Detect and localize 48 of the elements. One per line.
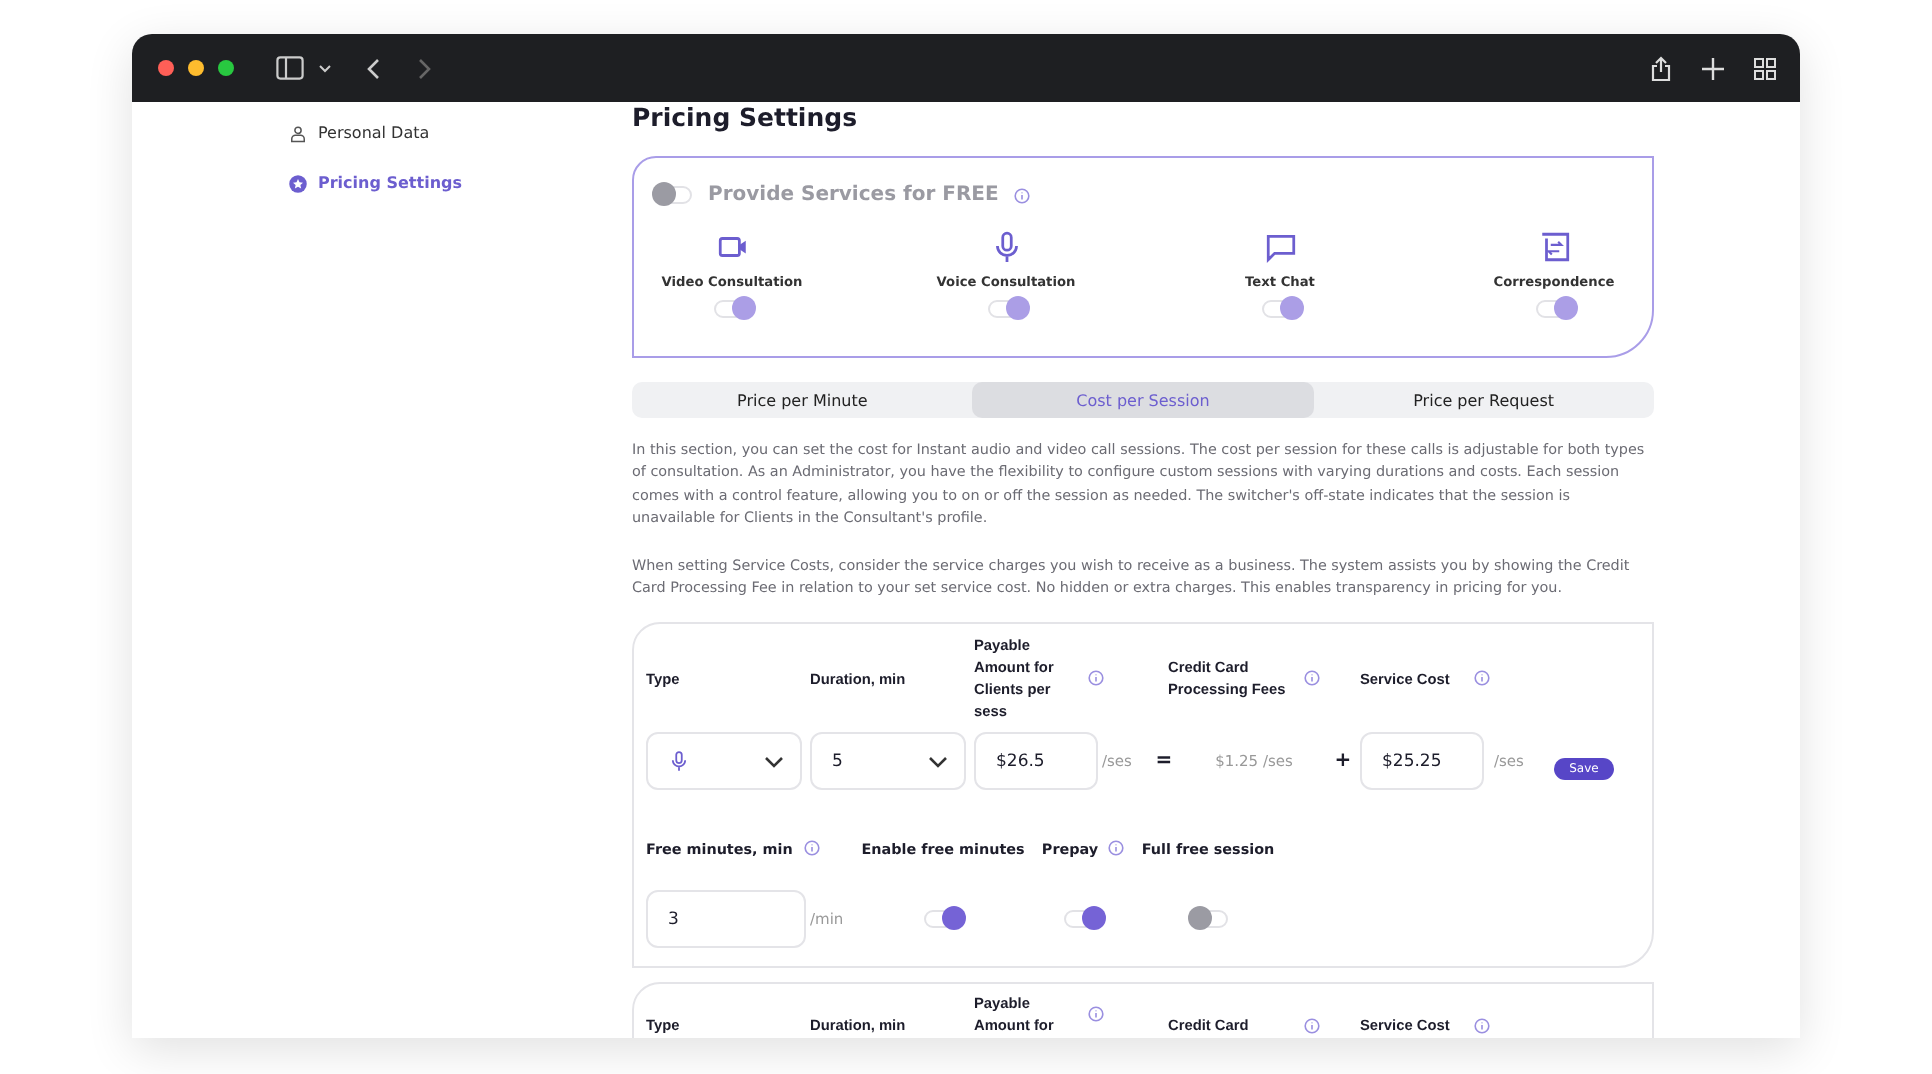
- info-icon[interactable]: [1088, 670, 1104, 687]
- duration-select[interactable]: 5: [810, 732, 966, 791]
- toggle-switch[interactable]: [1064, 910, 1102, 929]
- chevron-down-icon: [764, 755, 784, 768]
- info-icon[interactable]: [1474, 1017, 1490, 1034]
- info-icon[interactable]: [1108, 840, 1125, 857]
- toggle-switch[interactable]: [1189, 910, 1227, 929]
- share-icon[interactable]: [1650, 55, 1672, 81]
- info-icon[interactable]: [1474, 670, 1490, 687]
- toggle-switch[interactable]: [987, 300, 1025, 318]
- sidebar-toggle-icon[interactable]: [276, 56, 304, 80]
- tab-grid-icon[interactable]: [1754, 57, 1776, 79]
- chevron-down-icon[interactable]: [318, 63, 332, 73]
- tab[interactable]: Cost per Session: [972, 382, 1314, 418]
- type-select[interactable]: [646, 732, 802, 791]
- info-icon[interactable]: [1304, 670, 1320, 687]
- plus-sign: +: [1332, 750, 1354, 773]
- maximize-window-button[interactable]: [218, 60, 234, 76]
- equals-sign: =: [1153, 750, 1175, 773]
- service-cost-field[interactable]: $25.25: [1360, 732, 1484, 791]
- info-icon[interactable]: [1304, 1017, 1320, 1034]
- tab[interactable]: Price per Minute: [632, 382, 973, 418]
- chat-bubble-icon: [1263, 230, 1297, 264]
- info-icon[interactable]: [1014, 187, 1031, 203]
- sidebar-item[interactable]: Personal Data: [288, 108, 632, 158]
- plus-icon[interactable]: [1702, 57, 1724, 79]
- forward-icon[interactable]: [418, 57, 432, 79]
- payable-amount-field[interactable]: $26.5: [974, 732, 1098, 791]
- microphone-icon: [668, 750, 690, 773]
- info-icon[interactable]: [1088, 1006, 1104, 1023]
- free-services-label: Provide Services for FREE: [708, 184, 999, 206]
- person-icon: [288, 123, 308, 143]
- tab[interactable]: Price per Request: [1313, 382, 1654, 418]
- close-window-button[interactable]: [158, 60, 174, 76]
- back-icon[interactable]: [366, 57, 380, 79]
- chevron-down-icon: [928, 755, 948, 768]
- free-minutes-field[interactable]: 3: [646, 890, 806, 949]
- page-title: Pricing Settings: [632, 102, 860, 134]
- toggle-switch[interactable]: [654, 186, 692, 204]
- minimize-window-button[interactable]: [188, 60, 204, 76]
- toggle-switch[interactable]: [713, 300, 751, 318]
- info-icon[interactable]: [804, 840, 821, 857]
- toggle-switch[interactable]: [924, 910, 962, 929]
- star-icon: [288, 173, 308, 193]
- document-arrows-icon: [1537, 230, 1571, 264]
- sidebar-item[interactable]: Pricing Settings: [288, 158, 632, 208]
- toggle-switch[interactable]: [1535, 300, 1573, 318]
- toggle-switch[interactable]: [1261, 300, 1299, 318]
